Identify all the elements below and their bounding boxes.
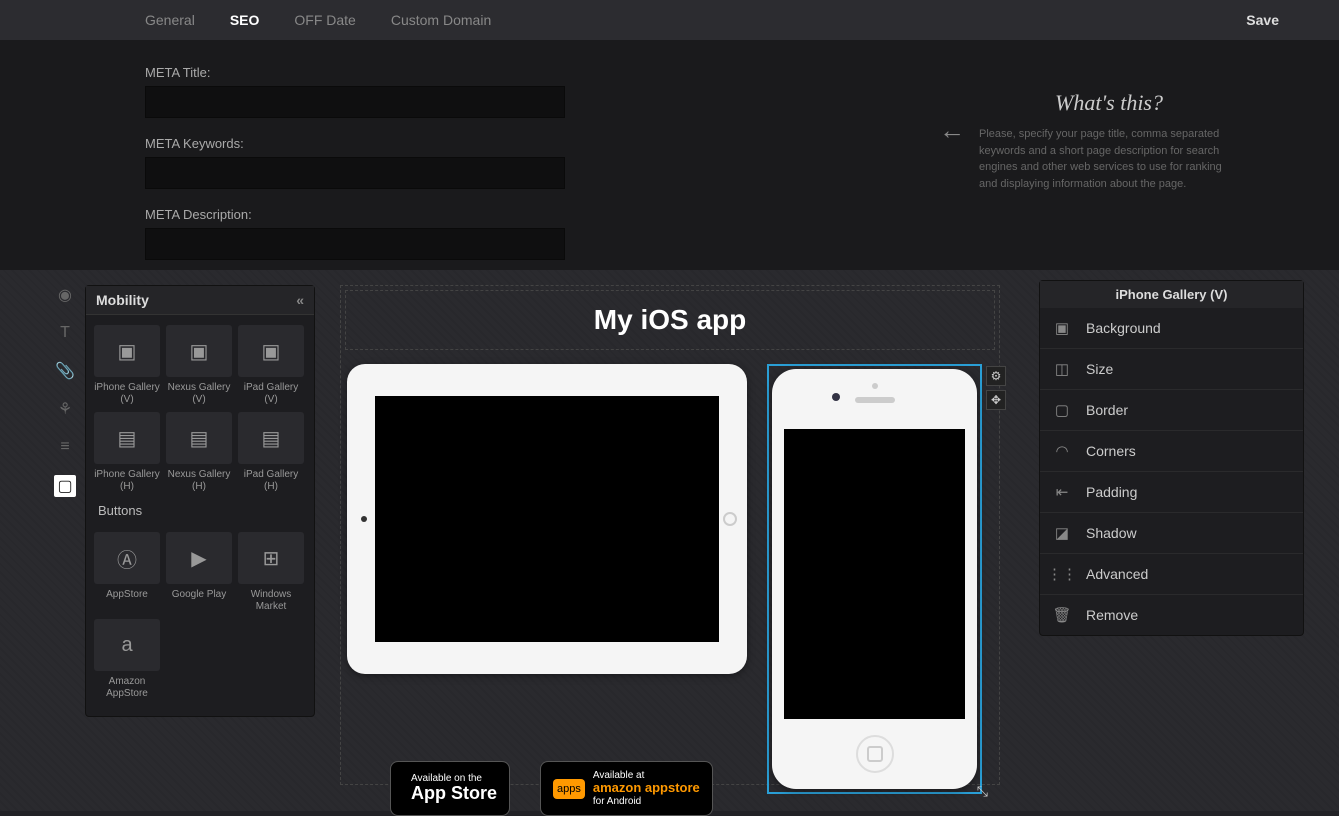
collapse-icon[interactable]: « [296,292,304,308]
prop-border[interactable]: ▢Border [1040,390,1303,431]
appstore-badge-big: App Store [411,784,497,804]
properties-panel-title: iPhone Gallery (V) [1040,281,1303,308]
canvas-area: ◉ T 📎 ⚘ ≡ ▢ Mobility « ▣iPhone Gallery (… [0,270,1339,811]
widget-iphone-gallery-v[interactable]: ▣iPhone Gallery (V) [94,325,160,406]
tab-seo[interactable]: SEO [230,12,260,28]
widget-panel-title: Mobility [96,292,149,308]
prop-padding[interactable]: ⇤Padding [1040,472,1303,513]
widget-amazon-appstore[interactable]: aAmazon AppStore [94,619,160,700]
sliders-icon: ⋮⋮ [1052,564,1072,584]
padding-icon: ⇤ [1052,482,1072,502]
iphone-screen [784,429,965,719]
amazon-badge-sub: for Android [593,796,641,807]
speaker-icon [855,397,895,403]
camera-icon [832,393,840,401]
left-tool-rail: ◉ T 📎 ⚘ ≡ ▢ [55,285,75,497]
lines-icon[interactable]: ≡ [55,437,75,457]
ipad-mockup[interactable] [347,364,747,674]
arrow-left-icon: ← [939,115,965,146]
sensor-icon [872,383,878,389]
seo-settings-panel: META Title: META Keywords: META Descript… [0,40,1339,270]
device-icon[interactable]: ▢ [54,475,76,497]
meta-title-label: META Title: [145,65,1339,80]
gear-icon[interactable]: ⚙ [986,366,1006,386]
background-icon: ▣ [1052,318,1072,338]
text-icon[interactable]: T [55,323,75,343]
image-icon: ▣ [94,325,160,377]
home-button-icon [856,735,894,773]
camera-icon [361,516,367,522]
widget-ipad-gallery-h[interactable]: ▤iPad Gallery (H) [238,412,304,493]
tab-off-date[interactable]: OFF Date [294,12,355,28]
ipad-screen [375,396,719,642]
prop-background[interactable]: ▣Background [1040,308,1303,349]
help-body: Please, specify your page title, comma s… [979,126,1239,192]
iphone-selection[interactable]: ⚙ ✥ ⤡ [767,364,982,794]
widget-panel: Mobility « ▣iPhone Gallery (V) ▣Nexus Ga… [85,285,315,717]
image-icon: ▤ [166,412,232,464]
save-button[interactable]: Save [1246,12,1279,28]
help-heading: What's this? [979,90,1239,116]
prop-remove[interactable]: 🗑Remove [1040,595,1303,635]
move-icon[interactable]: ✥ [986,390,1006,410]
properties-panel: iPhone Gallery (V) ▣Background ◫Size ▢Bo… [1039,280,1304,636]
play-store-icon: ▶ [166,532,232,584]
trash-icon: 🗑 [1052,605,1072,625]
tab-general[interactable]: General [145,12,195,28]
border-icon: ▢ [1052,400,1072,420]
size-icon: ◫ [1052,359,1072,379]
amazon-icon: a [94,619,160,671]
amazon-badge-big: amazon appstore [593,781,700,795]
top-tabs-bar: General SEO OFF Date Custom Domain Save [0,0,1339,40]
prop-corners[interactable]: ◠Corners [1040,431,1303,472]
resize-handle-icon[interactable]: ⤡ [977,783,988,800]
appstore-badge[interactable]: Available on theApp Store [390,761,510,816]
widget-iphone-gallery-h[interactable]: ▤iPhone Gallery (H) [94,412,160,493]
amazon-apps-icon: apps [553,779,585,799]
appstore-icon: Ⓐ [94,532,160,584]
amazon-badge[interactable]: apps Available atamazon appstorefor Andr… [540,761,713,816]
widget-windows-market[interactable]: ⊞Windows Market [238,532,304,613]
stage-title: My iOS app [594,304,746,336]
share-icon[interactable]: ⚘ [55,399,75,419]
tab-custom-domain[interactable]: Custom Domain [391,12,491,28]
windows-icon: ⊞ [238,532,304,584]
help-note: ← What's this? Please, specify your page… [979,90,1239,192]
prop-size[interactable]: ◫Size [1040,349,1303,390]
image-icon: ▣ [238,325,304,377]
play-icon[interactable]: ◉ [55,285,75,305]
prop-advanced[interactable]: ⋮⋮Advanced [1040,554,1303,595]
widget-nexus-gallery-h[interactable]: ▤Nexus Gallery (H) [166,412,232,493]
iphone-mockup[interactable] [772,369,977,789]
image-icon: ▤ [94,412,160,464]
home-button-icon [723,512,737,526]
image-icon: ▤ [238,412,304,464]
widget-section-buttons: Buttons [86,499,314,522]
shadow-icon: ◪ [1052,523,1072,543]
stage-title-box[interactable]: My iOS app [345,290,995,350]
meta-description-input[interactable] [145,228,565,260]
widget-appstore[interactable]: ⒶAppStore [94,532,160,613]
widget-google-play[interactable]: ▶Google Play [166,532,232,613]
widget-nexus-gallery-v[interactable]: ▣Nexus Gallery (V) [166,325,232,406]
widget-ipad-gallery-v[interactable]: ▣iPad Gallery (V) [238,325,304,406]
meta-description-label: META Description: [145,207,1339,222]
prop-shadow[interactable]: ◪Shadow [1040,513,1303,554]
corners-icon: ◠ [1052,441,1072,461]
image-icon: ▣ [166,325,232,377]
design-stage[interactable]: My iOS app ⚙ ✥ ⤡ [340,285,1000,785]
store-badges: Available on theApp Store apps Available… [390,761,713,816]
attachment-icon[interactable]: 📎 [55,361,75,381]
meta-keywords-input[interactable] [145,157,565,189]
meta-title-input[interactable] [145,86,565,118]
